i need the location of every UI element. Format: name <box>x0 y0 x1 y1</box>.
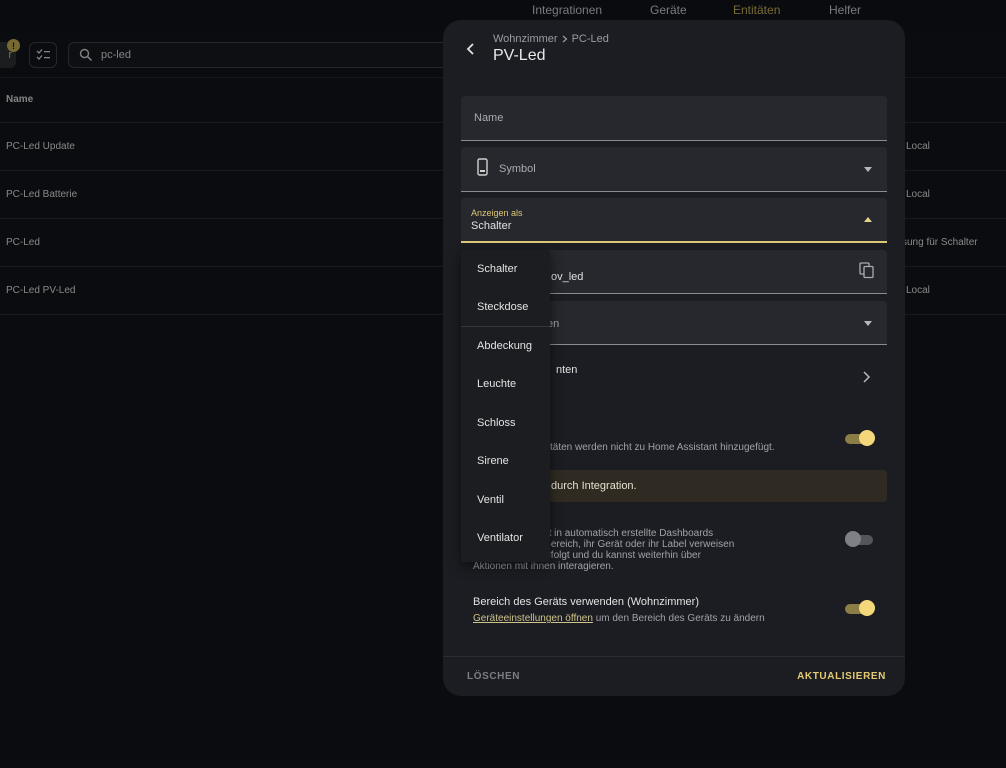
copy-icon[interactable] <box>859 262 875 279</box>
menu-item-steckdose[interactable]: Steckdose <box>461 288 550 326</box>
delete-button[interactable]: LÖSCHEN <box>467 671 520 682</box>
chevron-right-icon <box>562 35 568 43</box>
use-device-area-toggle[interactable] <box>845 600 875 618</box>
menu-item-schalter[interactable]: Schalter <box>461 250 550 288</box>
dialog-title: PV-Led <box>493 47 546 64</box>
symbol-field-label: Symbol <box>499 163 536 175</box>
chevron-right-icon <box>863 371 871 383</box>
dropdown-arrow-up-icon <box>864 217 872 222</box>
enabled-toggle[interactable] <box>845 430 875 448</box>
use-device-area-description: Geräteeinstellungen öffnen um den Bereic… <box>473 613 765 624</box>
advanced-settings-label: nten <box>556 364 578 376</box>
breadcrumb-device: PC-Led <box>571 33 609 45</box>
back-button[interactable] <box>460 38 482 60</box>
dropdown-arrow-icon <box>864 167 872 172</box>
use-device-area-label: Bereich des Geräts verwenden (Wohnzimmer… <box>473 596 699 608</box>
name-field-label: Name <box>474 112 504 124</box>
show-as-select[interactable]: Anzeigen als Schalter <box>461 198 887 243</box>
toggle-thumb <box>845 531 861 547</box>
chevron-left-icon <box>466 43 474 55</box>
menu-item-abdeckung[interactable]: Abdeckung <box>461 327 550 365</box>
breadcrumb: Wohnzimmer PC-Led <box>493 33 609 45</box>
dropdown-arrow-icon <box>864 321 872 326</box>
footer-divider <box>443 656 905 657</box>
menu-item-sirene[interactable]: Sirene <box>461 442 550 480</box>
menu-item-schloss[interactable]: Schloss <box>461 404 550 442</box>
show-as-label: Anzeigen als <box>471 208 523 218</box>
device-settings-link[interactable]: Geräteeinstellungen öffnen <box>473 613 593 624</box>
update-button[interactable]: AKTUALISIEREN <box>797 671 886 682</box>
menu-item-leuchte[interactable]: Leuchte <box>461 365 550 403</box>
name-field[interactable]: Name <box>461 96 887 141</box>
cellphone-icon <box>477 158 488 176</box>
toggle-thumb <box>859 600 875 616</box>
entity-id-value: ov_led <box>551 271 584 283</box>
toggle-thumb <box>859 430 875 446</box>
menu-item-ventilator[interactable]: Ventilator <box>461 519 550 557</box>
show-as-menu: Schalter Steckdose Abdeckung Leuchte Sch… <box>461 250 550 562</box>
menu-item-ventil[interactable]: Ventil <box>461 481 550 519</box>
device-area-desc: um den Bereich des Geräts zu ändern <box>592 613 765 624</box>
banner-text: durch Integration. <box>551 480 637 492</box>
show-as-value: Schalter <box>471 220 512 232</box>
breadcrumb-area: Wohnzimmer <box>493 33 558 45</box>
enabled-description: täten werden nicht zu Home Assistant hin… <box>550 442 775 453</box>
symbol-field[interactable]: Symbol <box>461 147 887 192</box>
visible-toggle[interactable] <box>845 531 873 549</box>
